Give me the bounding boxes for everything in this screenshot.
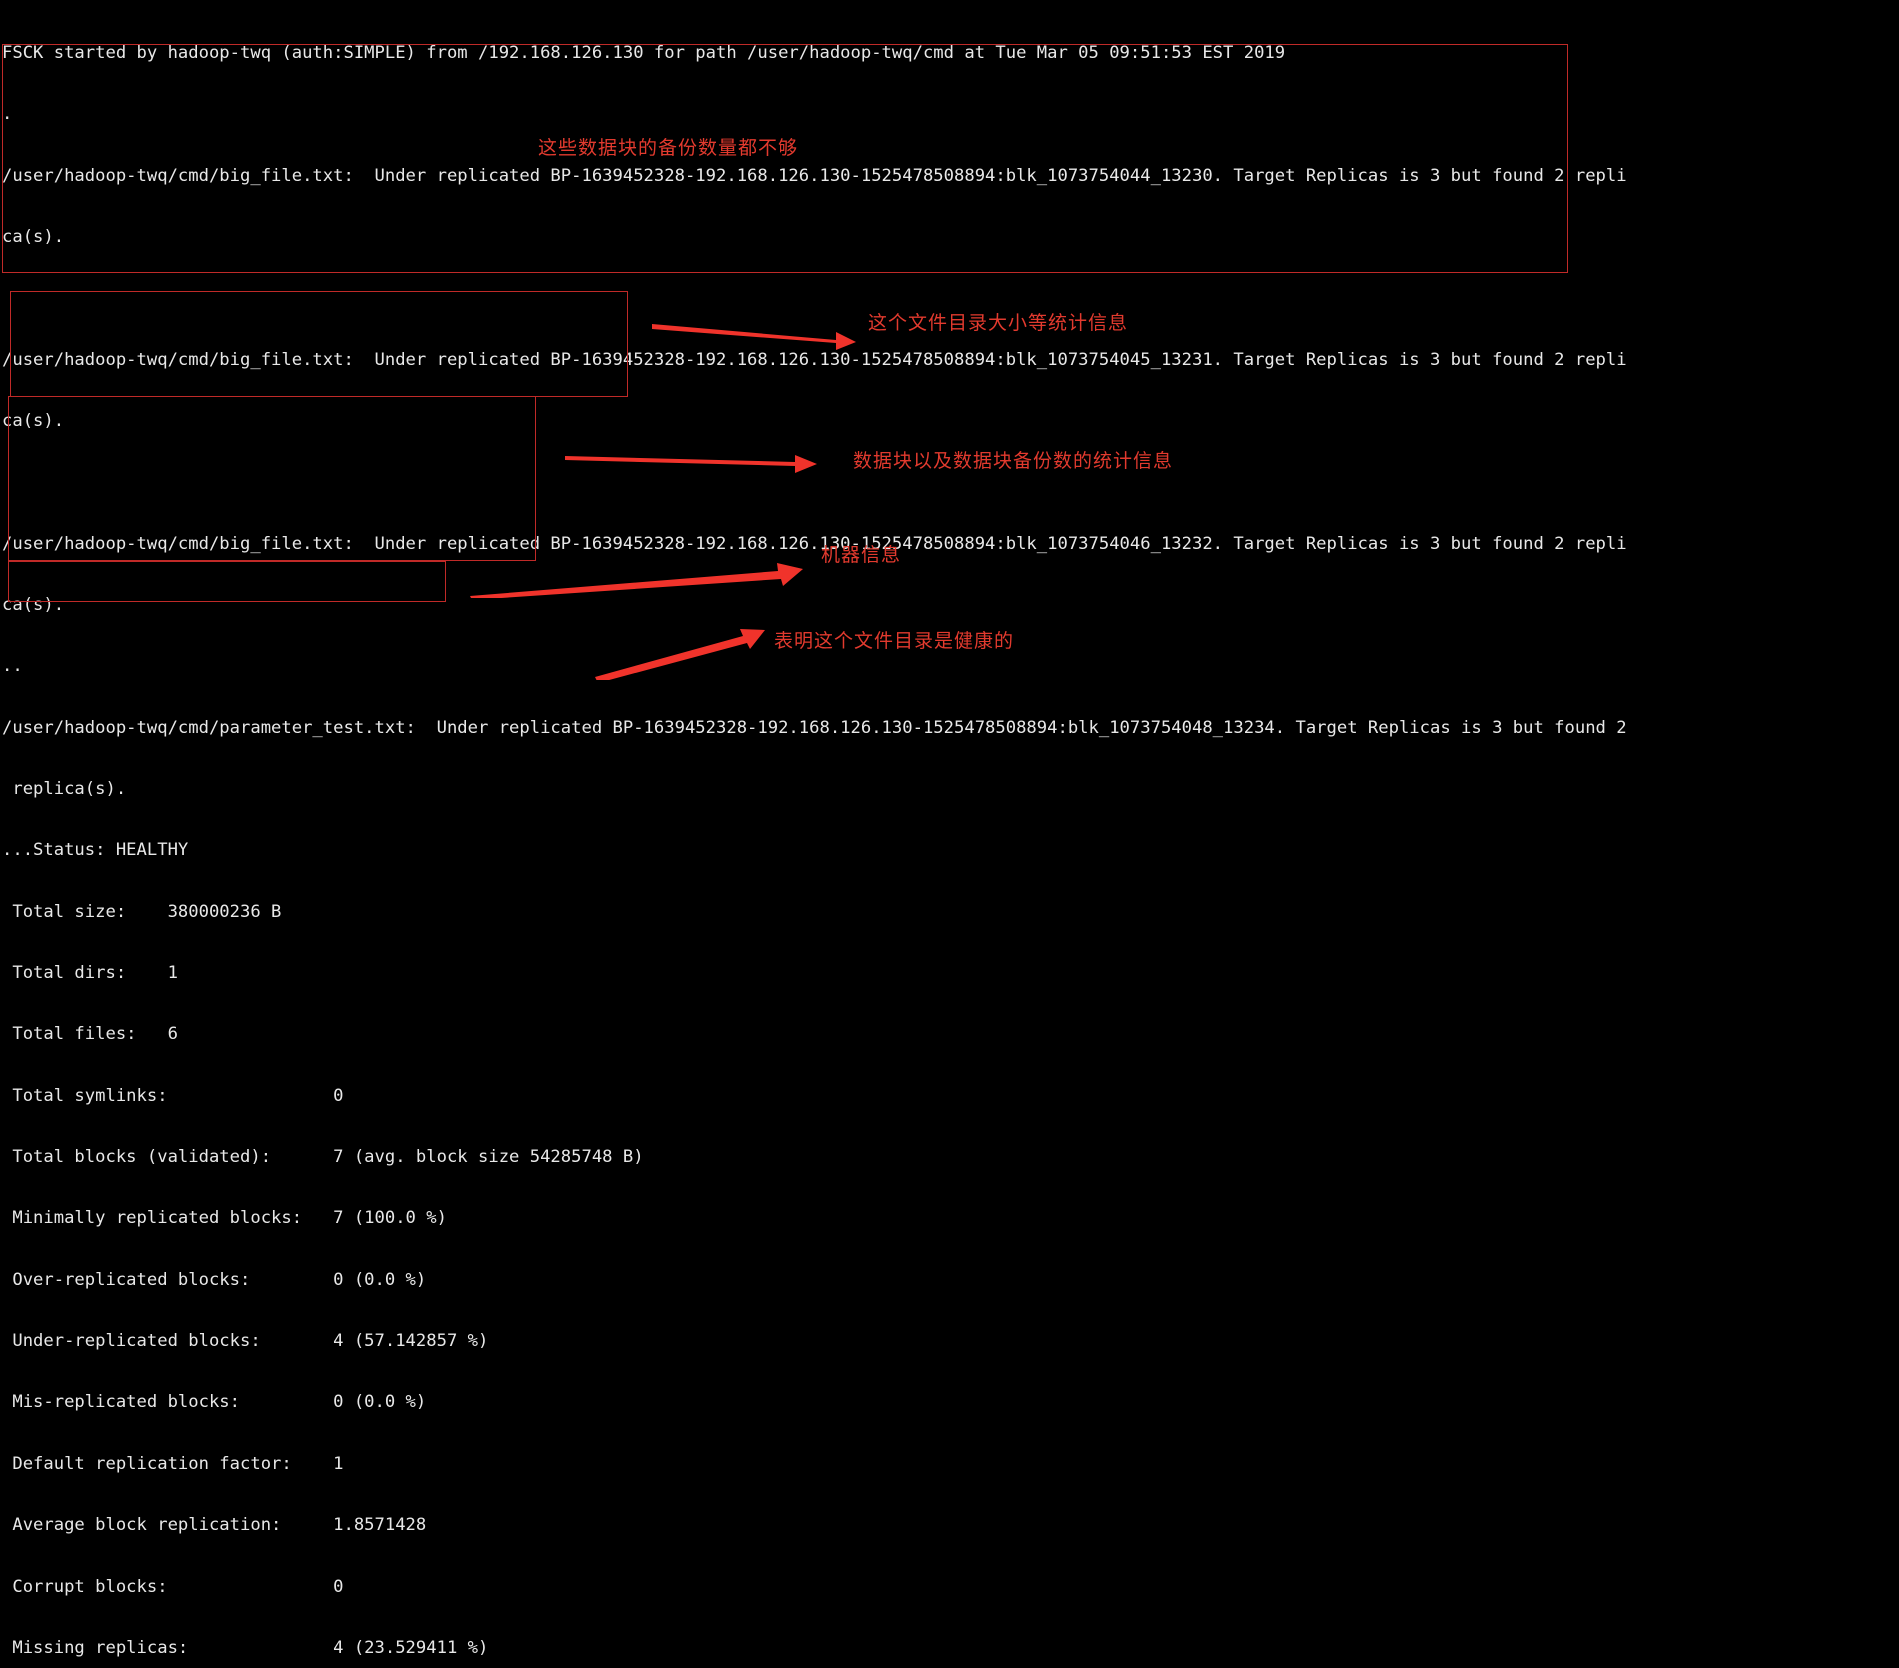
terminal-output[interactable]: FSCK started by hadoop-twq (auth:SIMPLE)… <box>0 0 1899 1658</box>
stat-average-replication: Average block replication: 1.8571428 <box>2 1515 427 1536</box>
terminal-line: ca(s). <box>2 410 65 431</box>
stat-minimally-replicated: Minimally replicated blocks: 7 (100.0 %) <box>2 1208 447 1229</box>
stat-total-files: Total files: 6 <box>2 1024 178 1045</box>
terminal-line: .. <box>2 656 23 677</box>
stat-mis-replicated: Mis-replicated blocks: 0 (0.0 %) <box>2 1392 427 1413</box>
terminal-line: replica(s). <box>2 779 127 800</box>
stat-total-blocks: Total blocks (validated): 7 (avg. block … <box>2 1147 644 1168</box>
stat-total-size: Total size: 380000236 B <box>2 901 282 922</box>
stat-default-replication: Default replication factor: 1 <box>2 1453 344 1474</box>
fsck-status-line: ...Status: HEALTHY <box>2 840 189 861</box>
stat-total-dirs: Total dirs: 1 <box>2 963 178 984</box>
stat-under-replicated: Under-replicated blocks: 4 (57.142857 %) <box>2 1331 489 1352</box>
terminal-line: /user/hadoop-twq/cmd/big_file.txt: Under… <box>2 349 1627 370</box>
terminal-line: ca(s). <box>2 595 65 615</box>
terminal-line: /user/hadoop-twq/cmd/parameter_test.txt:… <box>2 717 1627 738</box>
terminal-line: ca(s). <box>2 226 65 247</box>
terminal-line: /user/hadoop-twq/cmd/big_file.txt: Under… <box>2 165 1627 186</box>
terminal-line: /user/hadoop-twq/cmd/big_file.txt: Under… <box>2 533 1627 554</box>
terminal-line: . <box>2 104 13 125</box>
stat-over-replicated: Over-replicated blocks: 0 (0.0 %) <box>2 1269 427 1290</box>
stat-missing-replicas: Missing replicas: 4 (23.529411 %) <box>2 1637 489 1658</box>
stat-corrupt-blocks: Corrupt blocks: 0 <box>2 1576 344 1597</box>
terminal-line: FSCK started by hadoop-twq (auth:SIMPLE)… <box>2 42 1286 63</box>
stat-total-symlinks: Total symlinks: 0 <box>2 1085 344 1106</box>
